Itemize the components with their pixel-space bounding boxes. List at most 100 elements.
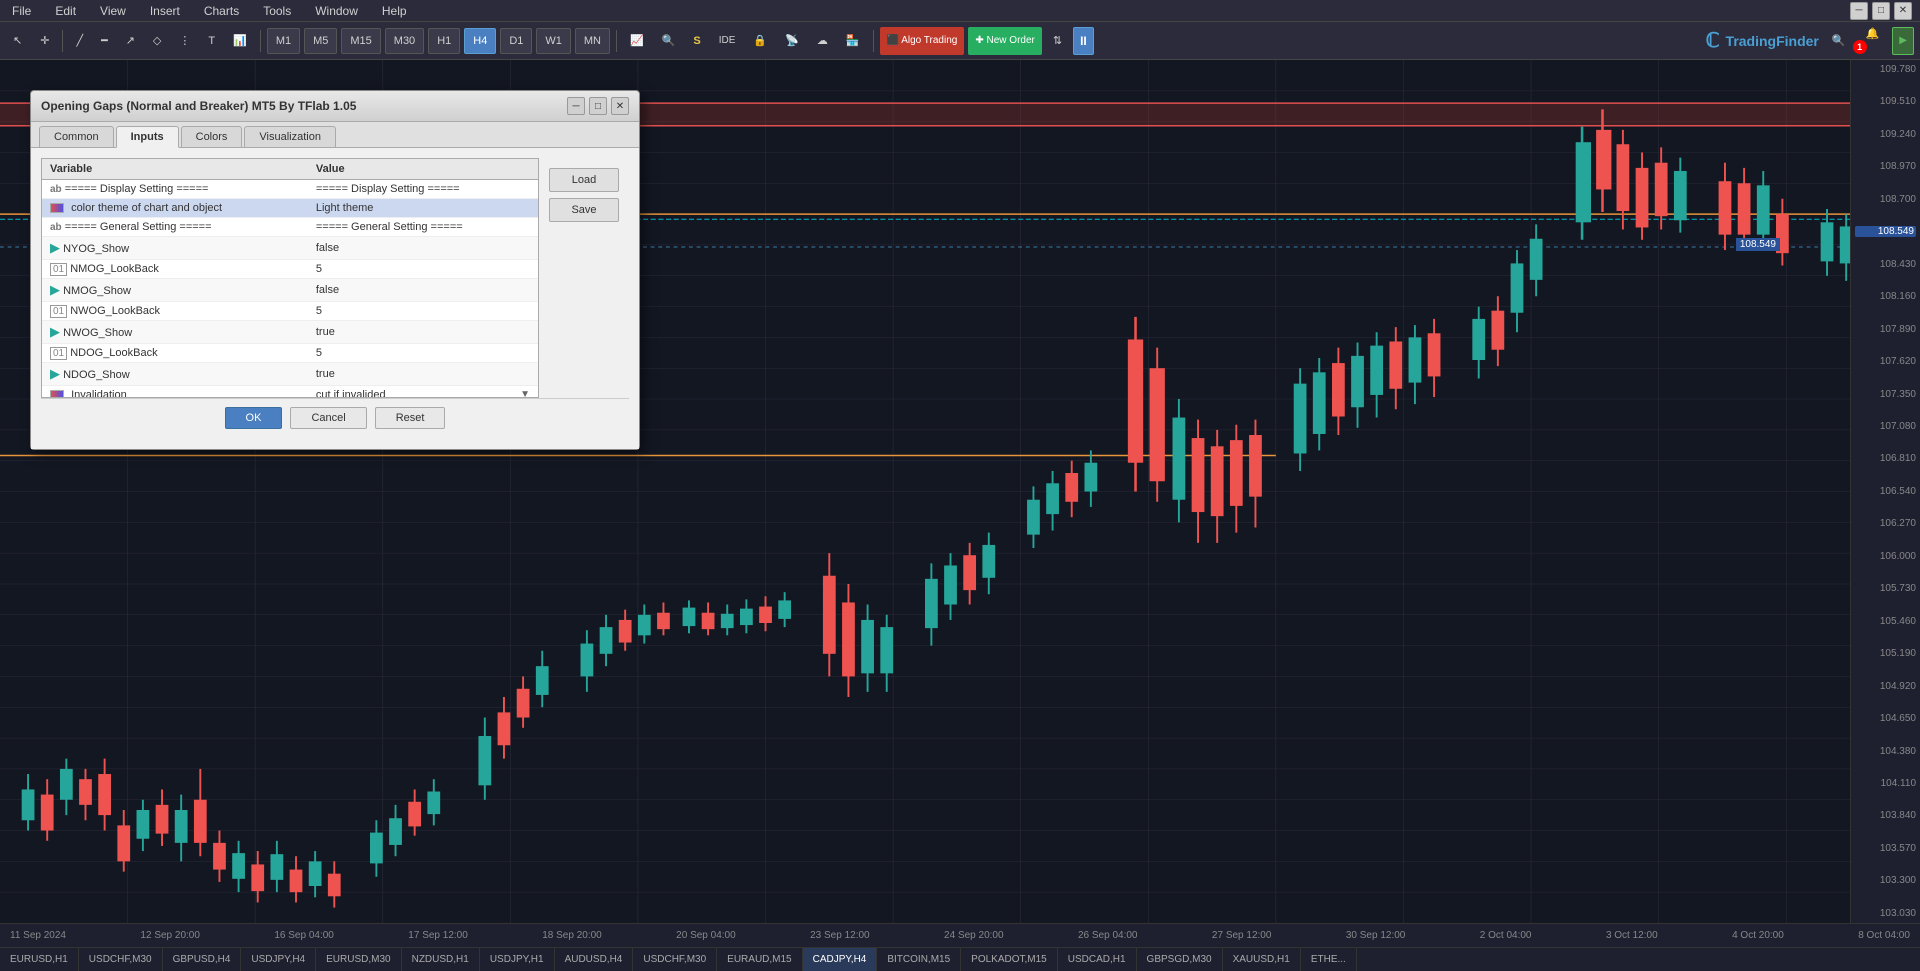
table-row[interactable]: 01 NMOG_LookBack 5 xyxy=(42,260,538,279)
table-row[interactable]: Invalidation cut if invalided ▼ xyxy=(42,386,538,399)
load-button[interactable]: Load xyxy=(549,168,619,192)
toolbar-sep-1 xyxy=(62,30,63,52)
menu-charts[interactable]: Charts xyxy=(200,4,243,18)
toolbar-sep-4 xyxy=(873,30,874,52)
row-4-value: 5 xyxy=(308,260,538,279)
tf-d1[interactable]: D1 xyxy=(500,28,532,54)
tab-euraud-m15[interactable]: EURAUD,M15 xyxy=(717,948,802,971)
app-close-btn[interactable]: ✕ xyxy=(1894,2,1912,20)
app-maximize-btn[interactable]: □ xyxy=(1872,2,1890,20)
menu-file[interactable]: File xyxy=(8,4,35,18)
tab-gbpsgd-m30[interactable]: GBPSGD,M30 xyxy=(1137,948,1223,971)
text-tool[interactable]: T xyxy=(201,27,222,55)
trendline-tool[interactable]: ↗ xyxy=(119,27,142,55)
menu-help[interactable]: Help xyxy=(378,4,411,18)
tf-h4[interactable]: H4 xyxy=(464,28,496,54)
dialog-minimize-btn[interactable]: ─ xyxy=(567,97,585,115)
menu-tools[interactable]: Tools xyxy=(259,4,295,18)
market-status-btn[interactable]: ▶ xyxy=(1892,27,1914,55)
tab-usdchf-m30[interactable]: USDCHF,M30 xyxy=(79,948,163,971)
algo-trading-btn[interactable]: ⬛ Algo Trading xyxy=(880,27,965,55)
menu-edit[interactable]: Edit xyxy=(51,4,80,18)
tf-m30[interactable]: M30 xyxy=(385,28,424,54)
table-row[interactable]: ab ===== Display Setting ===== ===== Dis… xyxy=(42,180,538,199)
row-2-variable: ab ===== General Setting ===== xyxy=(42,218,308,237)
table-row[interactable]: ▶ NWOG_Show true xyxy=(42,321,538,344)
dropdown-arrow[interactable]: ▼ xyxy=(520,389,530,398)
cursor-tool[interactable]: ↖ xyxy=(6,27,29,55)
tab-ethe[interactable]: ETHE... xyxy=(1301,948,1357,971)
tab-audusd-h4[interactable]: AUDUSD,H4 xyxy=(555,948,634,971)
tab-usdjpy-h1[interactable]: USDJPY,H1 xyxy=(480,948,555,971)
row-0-variable: ab ===== Display Setting ===== xyxy=(42,180,308,199)
new-order-btn[interactable]: ✚ New Order xyxy=(968,27,1042,55)
tf-mn[interactable]: MN xyxy=(575,28,610,54)
tab-bitcoin-m15[interactable]: BITCOIN,M15 xyxy=(877,948,961,971)
table-row[interactable]: ▶ NYOG_Show false xyxy=(42,237,538,260)
dialog-close-btn[interactable]: ✕ xyxy=(611,97,629,115)
tab-xauusd-h1[interactable]: XAUUSD,H1 xyxy=(1223,948,1301,971)
tab-common[interactable]: Common xyxy=(39,126,114,147)
tf-h1[interactable]: H1 xyxy=(428,28,460,54)
lock-btn[interactable]: 🔒 xyxy=(746,27,774,55)
shapes-tool[interactable]: ◇ xyxy=(146,27,168,55)
menu-view[interactable]: View xyxy=(96,4,130,18)
tab-nzdusd-h1[interactable]: NZDUSD,H1 xyxy=(402,948,480,971)
ide-btn[interactable]: IDE xyxy=(712,27,743,55)
tab-usdjpy-h4[interactable]: USDJPY,H4 xyxy=(241,948,316,971)
menu-insert[interactable]: Insert xyxy=(146,4,184,18)
market-btn[interactable]: 🏪 xyxy=(839,27,867,55)
cancel-button[interactable]: Cancel xyxy=(290,407,366,429)
tab-cadjpy-h4[interactable]: CADJPY,H4 xyxy=(803,948,878,971)
save-button[interactable]: Save xyxy=(549,198,619,222)
col-variable: Variable xyxy=(42,159,308,180)
table-row[interactable]: ab ===== General Setting ===== ===== Gen… xyxy=(42,218,538,237)
row-7-value: true xyxy=(308,321,538,344)
row-2-value: ===== General Setting ===== xyxy=(308,218,538,237)
dialog-restore-btn[interactable]: □ xyxy=(589,97,607,115)
fib-tool[interactable]: ⋮ xyxy=(172,27,197,55)
tab-colors[interactable]: Colors xyxy=(181,126,243,147)
tab-inputs[interactable]: Inputs xyxy=(116,126,179,148)
time-label-9: 27 Sep 12:00 xyxy=(1212,930,1272,941)
tf-w1[interactable]: W1 xyxy=(536,28,571,54)
table-row[interactable]: ▶ NMOG_Show false xyxy=(42,279,538,302)
tab-gbpusd-h4[interactable]: GBPUSD,H4 xyxy=(163,948,242,971)
zoom-btn[interactable]: 🔍 xyxy=(655,27,683,55)
tab-usdchf-m30-2[interactable]: USDCHF,M30 xyxy=(633,948,717,971)
line-tool[interactable]: ╱ xyxy=(69,27,90,55)
tab-visualization[interactable]: Visualization xyxy=(244,126,336,147)
reset-button[interactable]: Reset xyxy=(375,407,446,429)
hline-tool[interactable]: ━ xyxy=(94,27,115,55)
ok-button[interactable]: OK xyxy=(225,407,283,429)
tf-m5[interactable]: M5 xyxy=(304,28,337,54)
logo-search-btn[interactable]: 🔍 xyxy=(1825,27,1853,55)
menu-window[interactable]: Window xyxy=(311,4,362,18)
bottom-tabs: EURUSD,H1 USDCHF,M30 GBPUSD,H4 USDJPY,H4… xyxy=(0,947,1920,971)
tf-m1[interactable]: M1 xyxy=(267,28,300,54)
crosshair-tool[interactable]: ✛ xyxy=(33,27,56,55)
arrows-btn[interactable]: ⇅ xyxy=(1046,27,1069,55)
level2-btn[interactable]: II xyxy=(1073,27,1094,55)
row-6-variable: 01 NWOG_LookBack xyxy=(42,302,308,321)
tab-eurusd-h1[interactable]: EURUSD,H1 xyxy=(0,948,79,971)
toolbar-sep-2 xyxy=(260,30,261,52)
app-minimize-btn[interactable]: ─ xyxy=(1850,2,1868,20)
indicators-tool[interactable]: 📊 xyxy=(226,27,254,55)
cloud-btn[interactable]: ☁ xyxy=(810,27,835,55)
table-row[interactable]: ▶ NDOG_Show true xyxy=(42,363,538,386)
chart-type-btn[interactable]: 📈 xyxy=(623,27,651,55)
tab-eurusd-m30[interactable]: EURUSD,M30 xyxy=(316,948,401,971)
tab-usdcad-h1[interactable]: USDCAD,H1 xyxy=(1058,948,1137,971)
table-row[interactable]: color theme of chart and object Light th… xyxy=(42,199,538,218)
indicator-s-btn[interactable]: S xyxy=(686,27,707,55)
logo-text: TradingFinder xyxy=(1726,33,1819,49)
tab-polkadot-m15[interactable]: POLKADOT,M15 xyxy=(961,948,1058,971)
table-row[interactable]: 01 NDOG_LookBack 5 xyxy=(42,344,538,363)
signal-btn[interactable]: 📡 xyxy=(778,27,806,55)
time-label-2: 16 Sep 04:00 xyxy=(274,930,334,941)
time-label-7: 24 Sep 20:00 xyxy=(944,930,1004,941)
tf-m15[interactable]: M15 xyxy=(341,28,380,54)
table-row[interactable]: 01 NWOG_LookBack 5 xyxy=(42,302,538,321)
settings-table-wrapper[interactable]: Variable Value ab ===== xyxy=(41,158,539,398)
